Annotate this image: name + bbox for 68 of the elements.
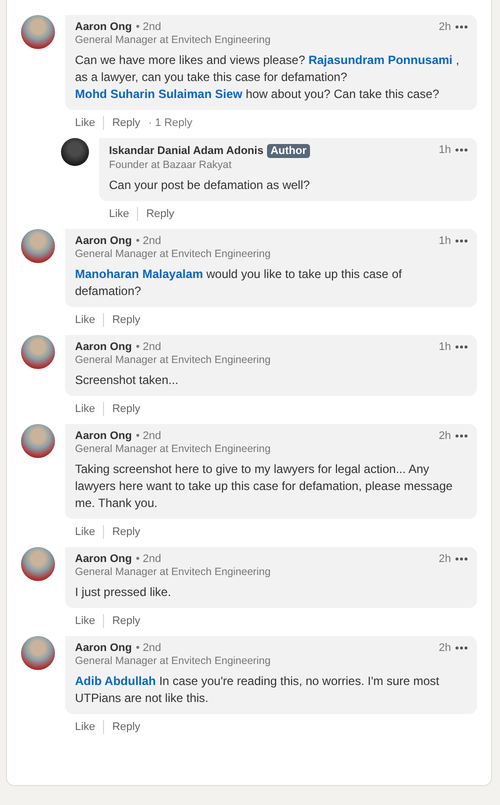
like-button[interactable]: Like xyxy=(67,615,104,627)
commenter-name[interactable]: Aaron Ong xyxy=(75,430,132,442)
commenter-headline: General Manager at Envitech Engineering xyxy=(75,443,271,455)
commenter-name[interactable]: Aaron Ong xyxy=(75,21,132,33)
commenter-name[interactable]: Aaron Ong xyxy=(75,235,132,247)
like-button[interactable]: Like xyxy=(67,117,104,129)
reply-button[interactable]: Reply xyxy=(138,208,182,220)
commenter-headline: General Manager at Envitech Engineering xyxy=(75,248,271,260)
more-options-icon[interactable] xyxy=(455,646,468,650)
like-button[interactable]: Like xyxy=(67,403,104,415)
comment-text: Can your post be defamation as well? xyxy=(109,177,311,194)
connection-degree: • 2nd xyxy=(136,341,162,353)
commenter-headline: General Manager at Envitech Engineering xyxy=(75,566,271,578)
avatar[interactable] xyxy=(21,547,55,581)
mention-link[interactable]: Manoharan Malayalam xyxy=(75,267,204,281)
connection-degree: • 2nd xyxy=(136,21,162,33)
connection-degree: • 2nd xyxy=(136,642,162,654)
comment-time: 1h xyxy=(438,235,451,247)
commenter-name[interactable]: Aaron Ong xyxy=(75,341,132,353)
commenter-headline: General Manager at Envitech Engineering xyxy=(75,34,271,46)
commenter-headline: General Manager at Envitech Engineering xyxy=(75,354,271,366)
connection-degree: • 2nd xyxy=(136,430,162,442)
like-button[interactable]: Like xyxy=(67,526,104,538)
reply-button[interactable]: Reply xyxy=(104,721,148,733)
more-options-icon[interactable] xyxy=(455,25,468,29)
like-button[interactable]: Like xyxy=(67,314,104,326)
commenter-name[interactable]: Iskandar Danial Adam Adonis xyxy=(109,145,264,157)
comment-time: 2h xyxy=(438,642,451,654)
avatar[interactable] xyxy=(21,335,55,369)
comment-text: Screenshot taken... xyxy=(75,372,180,389)
reply-button[interactable]: Reply xyxy=(104,526,148,538)
more-options-icon[interactable] xyxy=(455,345,468,349)
comment-text: Adib Abdullah In case you're reading this, no worries. I'm sure most UTPians are not like this. xyxy=(75,673,440,707)
comment-text: Manoharan Malayalam would you like to take up this case of defamation? xyxy=(75,266,403,300)
more-options-icon[interactable] xyxy=(455,434,468,438)
comment-time: 2h xyxy=(438,553,451,565)
comment-text: Taking screenshot here to give to my lawyers for legal action... Any lawyers here want to take up this case for defamation, please message me. Thank you. xyxy=(75,461,454,512)
commenter-name[interactable]: Aaron Ong xyxy=(75,553,132,565)
more-options-icon[interactable] xyxy=(455,239,468,243)
more-options-icon[interactable] xyxy=(455,557,468,561)
commenter-headline: Founder at Bazaar Rakyat xyxy=(109,159,233,171)
like-button[interactable]: Like xyxy=(67,721,104,733)
connection-degree: • 2nd xyxy=(136,553,162,565)
comment-time: 1h xyxy=(438,341,451,353)
comment-time: 1h xyxy=(438,144,451,156)
avatar[interactable] xyxy=(21,636,55,670)
comment-time: 2h xyxy=(438,430,451,442)
reply-button[interactable]: Reply xyxy=(104,615,148,627)
author-badge: Author xyxy=(267,144,310,158)
comment-time: 2h xyxy=(438,21,451,33)
reply-button[interactable]: Reply xyxy=(104,403,148,415)
commenter-headline: General Manager at Envitech Engineering xyxy=(75,655,271,667)
avatar[interactable] xyxy=(21,424,55,458)
reply-button[interactable]: Reply xyxy=(104,314,148,326)
comment-text: I just pressed like. xyxy=(75,584,172,601)
comment-text: Can we have more likes and views please? Rajasundram Ponnusami , as a lawyer, can you take this case for defamation? Mohd Suharin Sulaiman Siew how about you? Can take this case? xyxy=(75,52,460,103)
avatar[interactable] xyxy=(21,229,55,263)
like-button[interactable]: Like xyxy=(101,208,138,220)
mention-link[interactable]: Mohd Suharin Sulaiman Siew xyxy=(75,87,242,101)
mention-link[interactable]: Adib Abdullah xyxy=(75,674,156,688)
avatar[interactable] xyxy=(61,138,89,166)
more-options-icon[interactable] xyxy=(455,148,468,152)
avatar[interactable] xyxy=(21,15,55,49)
connection-degree: • 2nd xyxy=(136,235,162,247)
reply-count[interactable]: · 1 Reply xyxy=(148,117,192,129)
commenter-name[interactable]: Aaron Ong xyxy=(75,642,132,654)
mention-link[interactable]: Rajasundram Ponnusami xyxy=(308,53,453,67)
reply-button[interactable]: Reply xyxy=(104,117,148,129)
